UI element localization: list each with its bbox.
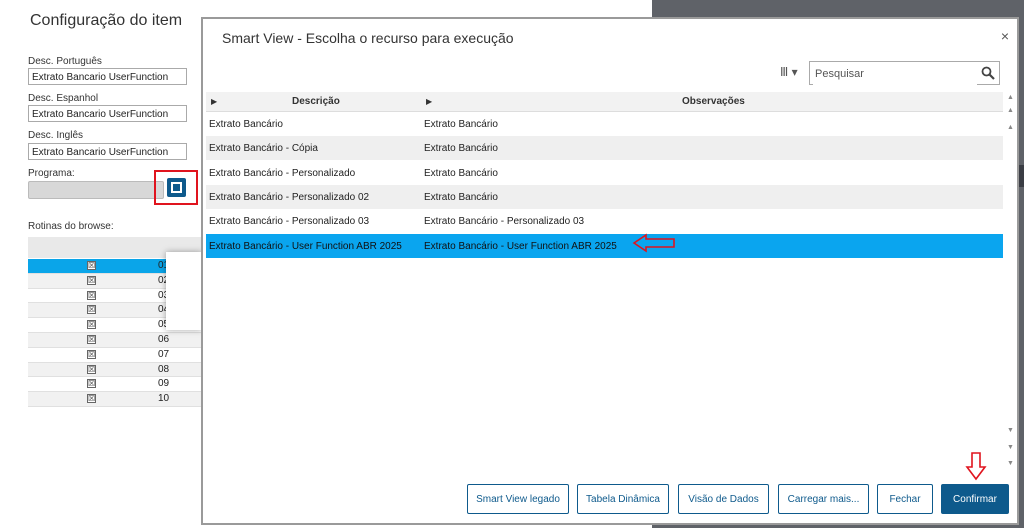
checkbox-icon[interactable]: ☒ (87, 290, 96, 300)
grid-row[interactable]: Extrato Bancário - Personalizado Extrato … (206, 161, 1003, 185)
columns-menu-icon[interactable]: Ⅲ ▾ (780, 65, 810, 79)
caret-right-icon[interactable]: ▶ (211, 97, 217, 106)
rotinas-row[interactable]: ☒ 10 (28, 392, 203, 407)
search-input[interactable] (813, 63, 977, 85)
checkbox-icon[interactable]: ☒ (87, 379, 96, 389)
cell-observacoes: Extrato Bancário (424, 167, 498, 179)
search-icon[interactable] (981, 66, 995, 80)
rotina-number: 06 (158, 333, 170, 345)
panel-title: Configuração do item (30, 12, 183, 29)
cell-observacoes: Extrato Bancário - Personalizado 03 (424, 216, 585, 228)
carregar-mais-button[interactable]: Carregar mais... (778, 484, 869, 514)
desc-espanhol-label: Desc. Espanhol (28, 93, 99, 104)
tabela-dinamica-button[interactable]: Tabela Dinâmica (577, 484, 669, 514)
red-arrow-down-icon (965, 452, 987, 481)
desc-portugues-label: Desc. Português (28, 56, 102, 67)
checkbox-icon[interactable]: ☒ (87, 334, 96, 344)
caret-right-icon[interactable]: ▶ (426, 97, 432, 106)
checkbox-icon[interactable]: ☒ (87, 320, 96, 330)
rotinas-row[interactable]: ☒ 08 (28, 362, 203, 378)
column-header-observacoes[interactable]: Observações (682, 96, 745, 107)
cell-descricao: Extrato Bancário - Personalizado 02 (209, 191, 370, 203)
rotinas-label: Rotinas do browse: (28, 221, 114, 232)
scroll-up-icon[interactable]: ▲ (1005, 105, 1016, 116)
scroll-up-icon[interactable]: ▲ (1005, 122, 1016, 133)
red-arrow-pointer-icon (632, 233, 675, 253)
search-box (809, 61, 1000, 85)
highlight-annotation-box (154, 170, 198, 205)
desc-ingles-field[interactable]: Extrato Bancario UserFunction (28, 143, 187, 160)
scroll-bottom-icon[interactable]: ▼ (1005, 458, 1016, 469)
checkbox-icon[interactable]: ☒ (87, 364, 96, 374)
rotina-number: 07 (158, 348, 170, 360)
grid-row[interactable]: Extrato Bancário - Cópia Extrato Bancário (206, 136, 1003, 161)
checkbox-icon[interactable]: ☒ (87, 261, 96, 270)
cell-descricao: Extrato Bancário - Personalizado (209, 167, 356, 179)
smart-view-dialog: Smart View - Escolha o recurso para exec… (201, 17, 1019, 525)
rotinas-row[interactable]: ☒ 07 (28, 348, 203, 363)
cell-observacoes: Extrato Bancário (424, 191, 498, 203)
cell-descricao: Extrato Bancário - User Function ABR 202… (209, 240, 402, 252)
cell-observacoes: Extrato Bancário (424, 119, 498, 130)
programa-label: Programa: (28, 168, 75, 179)
confirmar-button[interactable]: Confirmar (941, 484, 1009, 514)
checkbox-icon[interactable]: ☒ (87, 275, 96, 285)
column-header-descricao[interactable]: Descrição (292, 96, 340, 107)
checkbox-icon[interactable]: ☒ (87, 394, 96, 404)
rotinas-row[interactable]: ☒ 06 (28, 332, 203, 348)
grid-row[interactable]: Extrato Bancário Extrato Bancário (206, 112, 1003, 136)
smart-view-legado-button[interactable]: Smart View legado (467, 484, 569, 514)
rotinas-row[interactable]: ☒ 09 (28, 377, 203, 393)
cell-descricao: Extrato Bancário - Cópia (209, 143, 318, 155)
dialog-title: Smart View - Escolha o recurso para exec… (222, 30, 514, 46)
scroll-top-icon[interactable]: ▲ (1005, 92, 1016, 103)
close-icon[interactable]: × (1001, 28, 1009, 44)
desc-espanhol-field[interactable]: Extrato Bancario UserFunction (28, 105, 187, 122)
fechar-button[interactable]: Fechar (877, 484, 933, 514)
rotina-number: 08 (158, 363, 170, 375)
grid-row[interactable]: Extrato Bancário - Personalizado 03 Extra… (206, 209, 1003, 233)
desc-ingles-label: Desc. Inglês (28, 130, 84, 141)
grid-row[interactable]: Extrato Bancário - User Function ABR 202… (206, 233, 1003, 258)
grid-row[interactable]: Extrato Bancário - Personalizado 02 Extra… (206, 184, 1003, 209)
checkbox-icon[interactable]: ☒ (87, 305, 96, 315)
scroll-down-icon[interactable]: ▼ (1005, 425, 1016, 436)
scroll-down-icon[interactable]: ▼ (1005, 442, 1016, 453)
popup-menu (166, 252, 202, 330)
rotina-number: 10 (158, 393, 170, 405)
programa-field[interactable] (28, 181, 164, 199)
cell-observacoes: Extrato Bancário (424, 143, 498, 155)
cell-observacoes: Extrato Bancário - User Function ABR 202… (424, 240, 617, 252)
cell-descricao: Extrato Bancário (209, 119, 283, 130)
desc-portugues-field[interactable]: Extrato Bancario UserFunction (28, 68, 187, 85)
checkbox-icon[interactable]: ☒ (87, 349, 96, 359)
cell-descricao: Extrato Bancário - Personalizado 03 (209, 216, 370, 228)
grid-header: ▶ Descrição ▶ Observações (206, 92, 1003, 112)
visao-de-dados-button[interactable]: Visão de Dados (678, 484, 769, 514)
rotina-number: 09 (158, 378, 170, 390)
vertical-scrollbar[interactable]: ▲ ▲ ▲ ▼ ▼ ▼ (1005, 92, 1016, 472)
